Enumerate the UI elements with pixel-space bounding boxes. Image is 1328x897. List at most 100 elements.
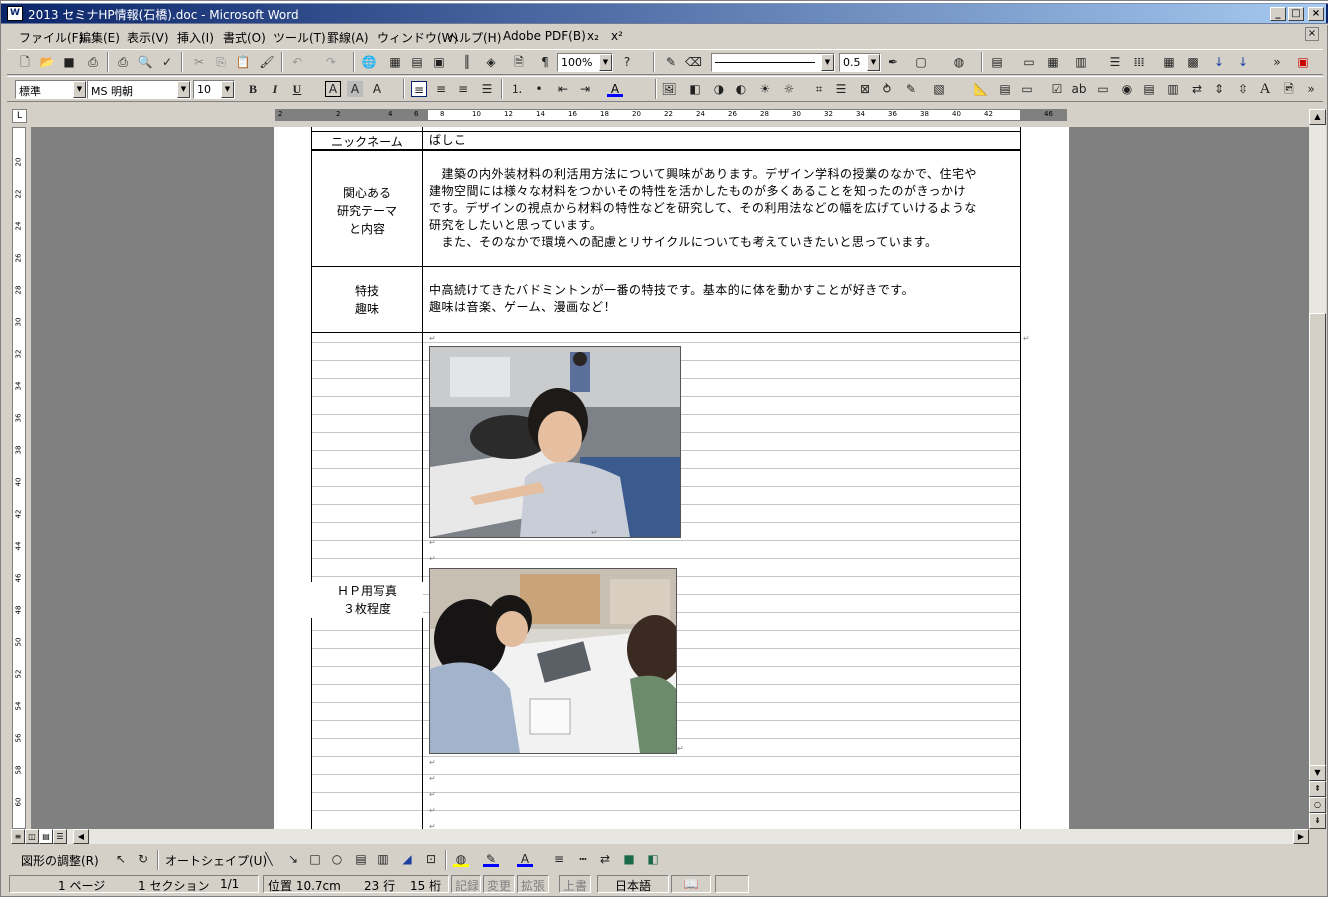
print-preview-icon[interactable]: 🔍 (137, 54, 153, 70)
undo-icon[interactable]: ↶ (289, 54, 305, 70)
distribute-rows-icon[interactable]: ☰ (1107, 54, 1123, 70)
font-color-icon[interactable]: A (607, 81, 623, 97)
dash-style-icon[interactable]: ┅ (575, 851, 591, 867)
status-rec[interactable]: 記録 (451, 875, 481, 893)
copy-icon[interactable]: ⎘ (213, 54, 229, 70)
align-icon[interactable]: ▥ (1073, 54, 1089, 70)
line-style-icon[interactable]: ☰ (833, 81, 849, 97)
insert-excel-icon[interactable]: ▣ (431, 54, 447, 70)
vertical-scrollbar[interactable]: ▲ ▼ ⇞ ○ ⇟ (1309, 109, 1326, 829)
numbering-icon[interactable]: ⒈ (509, 81, 525, 97)
picture-color-icon[interactable]: ◧ (687, 81, 703, 97)
font-select[interactable]: MS 明朝 ▼ (87, 80, 191, 99)
autoshapes-menu[interactable]: オートシェイプ(U) (165, 852, 267, 869)
doc-close-icon[interactable]: × (1305, 27, 1319, 41)
font-size-select[interactable]: 10 ▼ (193, 80, 235, 99)
less-contrast-icon[interactable]: ◐ (733, 81, 749, 97)
document-map-icon[interactable]: 🗎 (511, 54, 527, 70)
nickname-value[interactable]: ばしこ (429, 132, 1019, 149)
print-layout-button[interactable]: ▤ (39, 829, 53, 844)
save-icon[interactable]: ■ (61, 54, 77, 70)
text-wrapping-icon[interactable]: ⥁ (879, 81, 895, 97)
free-rotate-icon[interactable]: ↻ (135, 851, 151, 867)
tables-borders-icon[interactable]: ▦ (387, 54, 403, 70)
distributed-icon[interactable]: ☰ (479, 81, 495, 97)
vertical-ruler[interactable]: 20 22 24 26 28 30 32 34 36 38 40 42 44 4… (12, 127, 26, 829)
document-area[interactable]: ニックネーム ばしこ 関心ある 研究テーマ と内容 建築の内外装材料の利活用方法… (31, 127, 1309, 829)
adjust-shapes-menu[interactable]: 図形の調整(R) (21, 852, 99, 869)
draw-table-pen-icon[interactable]: ✎ (663, 54, 679, 70)
scroll-right-button[interactable]: ▶ (1293, 829, 1309, 844)
word-app-icon[interactable]: W (7, 6, 23, 21)
new-document-icon[interactable]: 🗋 (17, 54, 33, 70)
less-brightness-icon[interactable]: ☼ (781, 81, 797, 97)
spelling-status-icon[interactable]: 📖 (671, 875, 711, 893)
image-control-icon[interactable]: 🖻 (1281, 81, 1297, 97)
menu-tools[interactable]: ツール(T) (273, 29, 326, 46)
gridlines-icon[interactable]: ▩ (1185, 54, 1201, 70)
view-code-icon[interactable]: ▭ (1019, 81, 1035, 97)
more-buttons-icon[interactable]: » (1269, 54, 1285, 70)
menu-adobe-pdf[interactable]: Adobe PDF(B) (503, 29, 586, 43)
borders-icon[interactable]: ▢ (913, 54, 929, 70)
autoformat-icon[interactable]: ▦ (1161, 54, 1177, 70)
decrease-indent-icon[interactable]: ⇤ (555, 81, 571, 97)
status-ovr[interactable]: 上書 (559, 875, 591, 893)
draw-font-color-icon[interactable]: A (517, 851, 533, 867)
show-hide-icon[interactable]: ¶ (537, 54, 553, 70)
more-contrast-icon[interactable]: ◑ (711, 81, 727, 97)
eraser-icon[interactable]: ⌫ (685, 54, 702, 70)
menu-file[interactable]: ファイル(F) (19, 29, 83, 46)
line-style-2-icon[interactable]: ≡ (551, 851, 567, 867)
format-painter-icon[interactable]: 🖌 (259, 54, 275, 70)
menu-insert[interactable]: 挿入(I) (177, 29, 214, 46)
shading-icon[interactable]: ◍ (951, 54, 967, 70)
rectangle-tool-icon[interactable]: □ (307, 851, 323, 867)
line-style-select[interactable]: ▼ (711, 53, 835, 72)
document-page[interactable]: ニックネーム ばしこ 関心ある 研究テーマ と内容 建築の内外装材料の利活用方法… (274, 127, 1069, 829)
sort-descending-icon[interactable]: ↓ (1235, 54, 1251, 70)
button-control-icon[interactable]: ▭ (1095, 81, 1111, 97)
menu-edit[interactable]: 編集(E) (79, 29, 120, 46)
next-page-button[interactable]: ⇟ (1309, 813, 1326, 829)
distribute-columns-icon[interactable]: 𝍖 (1131, 54, 1147, 70)
properties-icon[interactable]: ▤ (997, 81, 1013, 97)
line-width-select[interactable]: 0.5 ▼ (839, 53, 881, 72)
border-color-icon[interactable]: ✒ (885, 54, 901, 70)
crop-icon[interactable]: ⌗ (811, 81, 827, 97)
diagram-icon[interactable]: ⊡ (423, 851, 439, 867)
underline-button[interactable]: U (289, 81, 305, 97)
photo-1[interactable] (429, 346, 681, 538)
set-transparent-icon[interactable]: ▧ (931, 81, 947, 97)
vertical-textbox-icon[interactable]: ▥ (375, 851, 391, 867)
research-content[interactable]: 建築の内外装材料の利活用方法について興味があります。デザイン学科の授業のなかで、… (429, 166, 1019, 251)
textbox-tool-icon[interactable]: ▤ (353, 851, 369, 867)
print-icon[interactable]: ⎙ (115, 54, 131, 70)
scroll-up-button[interactable]: ▲ (1309, 109, 1326, 125)
menu-format[interactable]: 書式(O) (223, 29, 266, 46)
bold-button[interactable]: B (245, 81, 261, 97)
format-picture-icon[interactable]: ✎ (903, 81, 919, 97)
checkbox-control-icon[interactable]: ☑ (1049, 81, 1065, 97)
drawing-icon[interactable]: ◈ (483, 54, 499, 70)
insert-picture-icon[interactable]: 🖼 (661, 81, 677, 97)
line-tool-icon[interactable]: ╲ (261, 851, 277, 867)
style-select[interactable]: 標準 ▼ (15, 80, 87, 99)
align-center-icon[interactable]: ≡ (433, 81, 449, 97)
increase-indent-icon[interactable]: ⇥ (577, 81, 593, 97)
3d-style-icon[interactable]: ◧ (645, 851, 661, 867)
insert-table-icon[interactable]: ▤ (409, 54, 425, 70)
split-cells-icon[interactable]: ▦ (1045, 54, 1061, 70)
toggle-button-icon[interactable]: ⇄ (1189, 81, 1205, 97)
columns-icon[interactable]: ║ (459, 54, 475, 70)
zoom-select[interactable]: 100% ▼ (557, 53, 613, 72)
close-button[interactable]: × (1308, 7, 1324, 21)
tab-selector[interactable]: L (12, 109, 27, 123)
web-view-button[interactable]: ◫ (25, 829, 39, 844)
shadow-style-icon[interactable]: ■ (621, 851, 637, 867)
horizontal-scrollbar[interactable]: ≡ ◫ ▤ ☰ ◀ ▶ (11, 829, 1309, 844)
combobox-icon[interactable]: ▥ (1165, 81, 1181, 97)
subscript-button[interactable]: x₂ (587, 29, 599, 43)
status-language[interactable]: 日本語 (597, 875, 669, 893)
photo-2[interactable] (429, 568, 683, 754)
